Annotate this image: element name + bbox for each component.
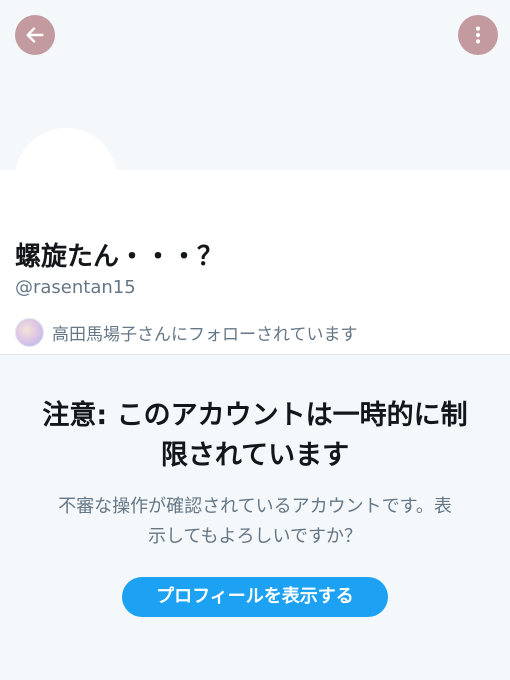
arrow-left-icon [26, 27, 44, 43]
follower-avatar [15, 317, 44, 347]
avatar[interactable] [15, 128, 117, 230]
restricted-account-notice: 注意: このアカウントは一時的に制限されています 不審な操作が確認されているアカ… [0, 356, 510, 680]
followed-by-row[interactable]: 高田馬場子さんにフォローされています [15, 317, 358, 347]
more-vertical-icon [475, 26, 481, 44]
notice-title: 注意: このアカウントは一時的に制限されています [42, 400, 468, 471]
back-button[interactable] [15, 15, 55, 55]
display-name: 螺旋たん・・・？ [15, 242, 224, 272]
show-profile-button[interactable]: プロフィールを表示する [122, 577, 388, 617]
followed-by-text: 高田馬場子さんにフォローされています [52, 324, 358, 345]
more-options-button[interactable] [458, 15, 498, 55]
notice-body: 不審な操作が確認されているアカウントです。表示してもよろしいですか？ [58, 496, 452, 547]
username-handle: @rasentan15 [15, 277, 136, 298]
